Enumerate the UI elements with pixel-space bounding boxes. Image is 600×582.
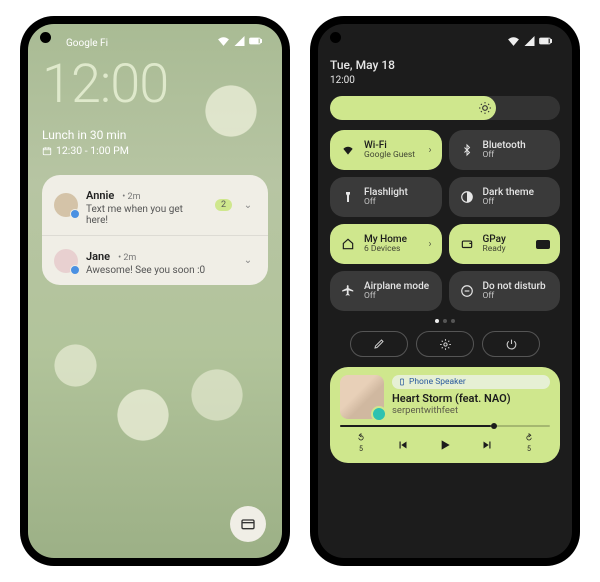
chevron-right-icon: ›: [428, 145, 431, 156]
app-badge-icon: [70, 265, 80, 275]
fast-forward-button[interactable]: 5: [515, 433, 543, 457]
media-output-chip[interactable]: Phone Speaker: [392, 375, 550, 389]
avatar: [54, 193, 78, 217]
lock-screen: Google Fi 12:00 Lunch in 30 min 12:30 - …: [28, 24, 282, 558]
carrier-label: Google Fi: [66, 38, 108, 49]
notification-item[interactable]: Jane • 2m Awesome! See you soon :0 ⌄: [42, 236, 268, 285]
qs-clock: 12:00: [330, 75, 560, 86]
status-bar-icons: [217, 36, 262, 46]
airplane-icon: [340, 284, 356, 298]
wifi-icon: [507, 36, 520, 46]
card-icon: [536, 240, 550, 249]
notif-sender: Annie: [86, 189, 114, 202]
phone-frame-lockscreen: Google Fi 12:00 Lunch in 30 min 12:30 - …: [20, 16, 290, 566]
avatar: [54, 249, 78, 273]
wifi-icon: [217, 36, 230, 46]
qs-page-indicator: [330, 319, 560, 323]
edit-tiles-button[interactable]: [350, 331, 408, 357]
event-title: Lunch in 30 min: [42, 128, 268, 142]
skip-previous-icon: [396, 438, 410, 452]
bluetooth-icon: [459, 143, 475, 157]
lock-clock: 12:00: [42, 58, 268, 112]
power-button[interactable]: [482, 331, 540, 357]
gpay-icon: [459, 237, 475, 251]
brightness-slider[interactable]: [330, 96, 560, 120]
chevron-right-icon: ›: [428, 239, 431, 250]
flashlight-icon: [340, 190, 356, 204]
qs-tile-grid: Wi-FiGoogle Guest › BluetoothOff Flashli…: [330, 130, 560, 311]
notif-body: Awesome! See you soon :0: [86, 265, 232, 276]
rewind-button[interactable]: 5: [347, 433, 375, 457]
quick-settings-panel: Tue, May 18 12:00 Wi-FiGoogle Guest › Bl…: [318, 24, 572, 558]
notif-age: • 2m: [122, 192, 140, 202]
app-badge-icon: [70, 209, 80, 219]
next-button[interactable]: [473, 433, 501, 457]
notification-item[interactable]: Annie • 2m Text me when you get here! 2 …: [42, 175, 268, 236]
brightness-icon: [478, 101, 492, 115]
settings-button[interactable]: [416, 331, 474, 357]
media-player-card: Phone Speaker Heart Storm (feat. NAO) se…: [330, 367, 560, 463]
play-button[interactable]: [431, 433, 459, 457]
brightness-fill: [330, 96, 496, 120]
qs-footer-actions: [330, 331, 560, 357]
battery-icon: [249, 36, 262, 46]
dark-theme-icon: [459, 190, 475, 204]
wallet-icon: [240, 516, 256, 532]
notif-age: • 2m: [118, 253, 136, 263]
track-title: Heart Storm (feat. NAO): [392, 392, 550, 405]
lock-calendar-event: Lunch in 30 min 12:30 - 1:00 PM: [42, 128, 268, 157]
qs-tile-dnd[interactable]: Do not disturbOff: [449, 271, 561, 311]
phone-icon: [398, 378, 406, 386]
play-icon: [437, 437, 453, 453]
calendar-icon: [42, 146, 52, 156]
qs-tile-home[interactable]: My Home6 Devices ›: [330, 224, 442, 264]
qs-date: Tue, May 18: [330, 58, 560, 72]
skip-next-icon: [480, 438, 494, 452]
pencil-icon: [373, 338, 385, 350]
battery-icon: [539, 36, 552, 46]
signal-icon: [523, 36, 536, 46]
signal-icon: [233, 36, 246, 46]
gear-icon: [439, 338, 452, 351]
wallet-button[interactable]: [230, 506, 266, 542]
lock-notifications: Annie • 2m Text me when you get here! 2 …: [42, 175, 268, 285]
album-art: [340, 375, 384, 419]
qs-tile-flashlight[interactable]: FlashlightOff: [330, 177, 442, 217]
qs-tile-darktheme[interactable]: Dark themeOff: [449, 177, 561, 217]
previous-button[interactable]: [389, 433, 417, 457]
phone-frame-quicksettings: Tue, May 18 12:00 Wi-FiGoogle Guest › Bl…: [310, 16, 580, 566]
qs-tile-wifi[interactable]: Wi-FiGoogle Guest ›: [330, 130, 442, 170]
chevron-down-icon[interactable]: ⌄: [240, 253, 256, 269]
power-icon: [505, 338, 518, 351]
qs-tile-gpay[interactable]: GPayReady: [449, 224, 561, 264]
notif-body: Text me when you get here!: [86, 204, 207, 226]
qs-tile-airplane[interactable]: Airplane modeOff: [330, 271, 442, 311]
notif-sender: Jane: [86, 250, 110, 263]
event-time: 12:30 - 1:00 PM: [56, 144, 129, 157]
qs-tile-bluetooth[interactable]: BluetoothOff: [449, 130, 561, 170]
status-bar-icons: [507, 36, 552, 46]
track-artist: serpentwithfeet: [392, 405, 550, 416]
front-camera: [330, 32, 341, 43]
media-progress[interactable]: [340, 425, 550, 427]
home-icon: [340, 237, 356, 251]
chevron-down-icon[interactable]: ⌄: [240, 197, 256, 213]
dnd-icon: [459, 284, 475, 298]
wifi-icon: [340, 143, 356, 157]
notif-count-pill: 2: [215, 199, 232, 211]
front-camera: [40, 32, 51, 43]
